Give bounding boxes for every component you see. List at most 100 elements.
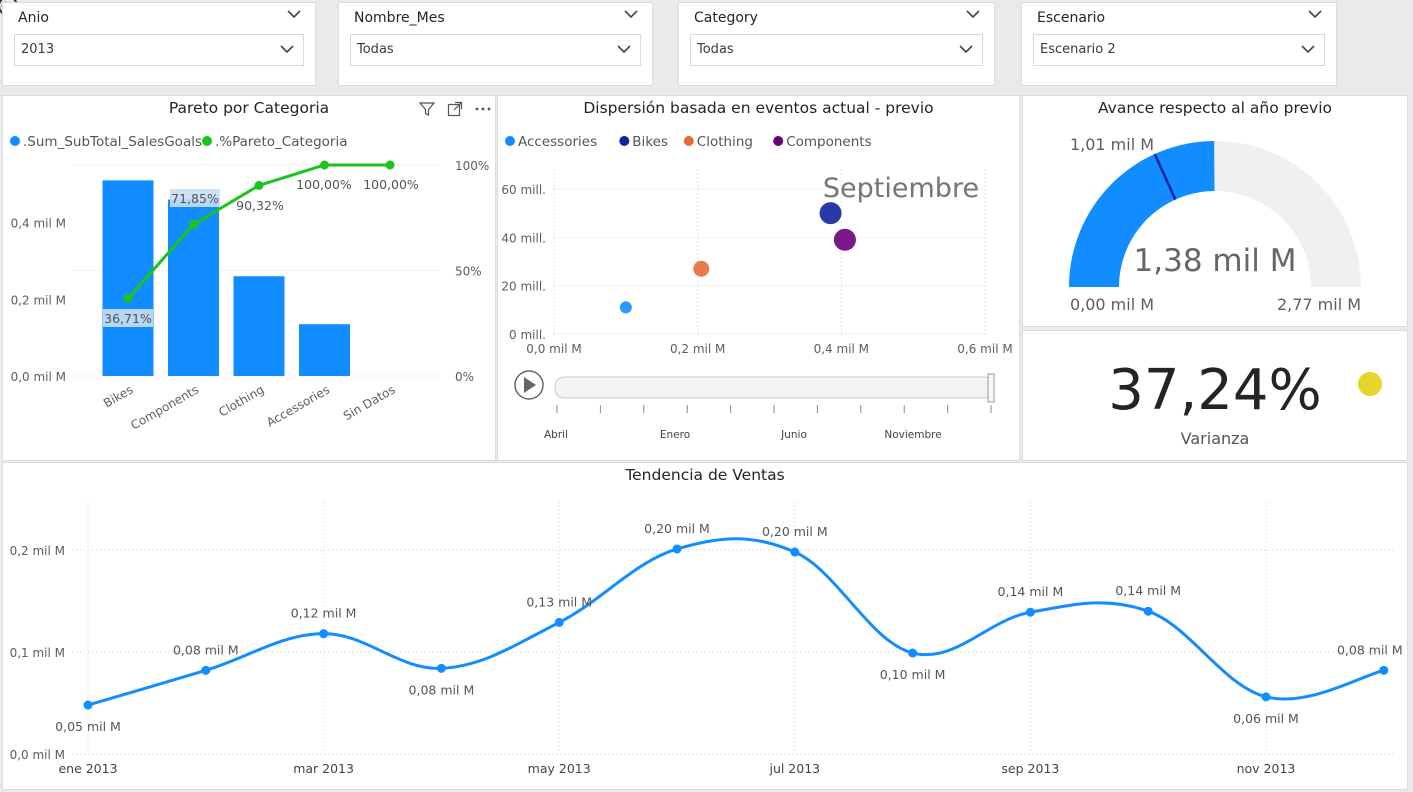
legend-label: .Sum_SubTotal_SalesGoals <box>23 134 202 150</box>
pareto-chart: .Sum_SubTotal_SalesGoals .%Pareto_Categor… <box>10 134 489 433</box>
line-point <box>908 648 918 658</box>
slicer-category: Category Todas <box>678 2 995 86</box>
chevron-down-icon[interactable] <box>286 8 302 20</box>
y-tick-label: 0,2 mil M <box>11 293 66 307</box>
slicer-selected-value: 2013 <box>21 42 55 57</box>
chevron-down-icon[interactable] <box>1300 43 1316 55</box>
gauge-target-label: 1,01 mil M <box>1070 135 1154 154</box>
scatter-point <box>833 228 856 251</box>
line-point <box>201 665 211 675</box>
varianza-card[interactable]: 37,24% Varianza <box>1022 330 1408 461</box>
y-tick-label: 60 mill. <box>501 183 546 197</box>
chevron-down-icon[interactable] <box>279 43 295 55</box>
line-point <box>672 544 682 554</box>
slicer-dropdown[interactable]: 2013 <box>14 34 304 66</box>
legend-label: Bikes <box>632 134 668 150</box>
x-tick-label: nov 2013 <box>1237 761 1296 776</box>
chevron-down-icon[interactable] <box>965 8 981 20</box>
legend-label: Clothing <box>697 134 753 150</box>
bar <box>299 324 350 376</box>
scatter-point <box>693 260 710 277</box>
trend-chart: 0,0 mil M 0,1 mil M 0,2 mil M ene 2013 mar 2… <box>10 502 1403 776</box>
data-label: 0,08 mil M <box>1337 642 1403 657</box>
play-axis-thumb[interactable] <box>987 373 995 403</box>
slicer-title: Category <box>694 10 758 26</box>
data-label: 100,00% <box>296 177 352 192</box>
y2-tick-label: 50% <box>455 265 482 279</box>
play-axis-label: Junio <box>780 429 807 441</box>
data-label: 0,08 mil M <box>409 682 475 697</box>
legend-marker <box>773 136 784 146</box>
x-tick-label: mar 2013 <box>293 761 354 776</box>
slicer-selected-value: Todas <box>357 42 394 57</box>
play-axis-track <box>554 376 994 399</box>
data-label: 0,05 mil M <box>55 719 121 734</box>
scatter-visual[interactable]: Dispersión basada en eventos actual - pr… <box>497 95 1020 461</box>
chevron-down-icon[interactable] <box>616 43 632 55</box>
x-tick-label: Sin Datos <box>341 382 398 423</box>
y-tick-label: 0 mill. <box>509 328 546 342</box>
line-point <box>1261 692 1271 702</box>
pareto-visual[interactable]: Pareto por Categoria .Sum_SubTotal_Sales… <box>2 95 496 461</box>
line-point <box>189 219 198 229</box>
data-label: 0,10 mil M <box>880 667 946 682</box>
bar <box>233 276 285 376</box>
y2-tick-label: 100% <box>455 159 489 173</box>
scatter-chart: Accessories Bikes Clothing Components 0 mill… <box>501 134 1012 441</box>
line-point <box>554 617 564 627</box>
data-label: 100,00% <box>363 177 419 192</box>
legend-label: Accessories <box>518 134 597 150</box>
legend-marker <box>683 136 694 146</box>
data-label: 0,20 mil M <box>762 524 828 539</box>
slicer-escenario: Escenario Escenario 2 <box>1021 2 1337 86</box>
trend-line <box>87 537 1385 707</box>
play-axis-label: Abril <box>544 429 568 441</box>
x-tick-label: Components <box>128 382 201 432</box>
chevron-down-icon[interactable] <box>1307 8 1323 20</box>
slicer-dropdown[interactable]: Todas <box>350 34 641 66</box>
slicer-selected-value: Todas <box>697 42 734 57</box>
y-tick-label: 0,0 mil M <box>11 370 66 384</box>
legend-marker <box>505 136 515 146</box>
slicer-selected-value: Escenario 2 <box>1040 42 1116 57</box>
slicer-anio: Anio 2013 <box>2 2 316 86</box>
y-tick-label: 20 mill. <box>501 280 546 294</box>
gauge-chart: 1,38 mil M 1,01 mil M 0,00 mil M 2,77 mil M <box>1069 135 1361 314</box>
data-label: 0,14 mil M <box>1115 583 1181 598</box>
data-label: 0,13 mil M <box>526 594 592 609</box>
x-tick-label: may 2013 <box>528 761 591 776</box>
data-label: 36,71% <box>104 311 152 326</box>
play-button[interactable] <box>514 370 544 400</box>
card-label: Varianza <box>1180 429 1250 448</box>
gauge-value-label: 1,38 mil M <box>1134 243 1297 279</box>
legend-label: Components <box>786 134 871 150</box>
trend-visual[interactable]: Tendencia de Ventas 0,0 mil M 0,1 mil M 0,… <box>2 462 1408 790</box>
line-point <box>123 294 133 304</box>
line-point <box>436 663 446 673</box>
slicer-dropdown[interactable]: Escenario 2 <box>1033 34 1325 66</box>
data-label: 0,14 mil M <box>998 584 1064 599</box>
chevron-down-icon[interactable] <box>623 8 639 20</box>
play-axis-label: Enero <box>660 429 690 441</box>
slicer-title: Escenario <box>1037 10 1106 26</box>
x-tick-label: ene 2013 <box>58 761 117 776</box>
line-point <box>1025 607 1035 617</box>
line-point <box>385 160 395 170</box>
line-point <box>790 547 800 557</box>
data-label: 0,12 mil M <box>291 606 357 621</box>
x-tick-label: 0,4 mil M <box>814 342 869 356</box>
legend-marker <box>202 136 212 146</box>
line-point <box>254 180 264 190</box>
legend-label: .%Pareto_Categoria <box>215 134 348 150</box>
y-tick-label: 0,4 mil M <box>11 217 66 231</box>
chevron-down-icon[interactable] <box>958 43 974 55</box>
x-tick-label: 0,6 mil M <box>957 342 1012 356</box>
y-tick-label: 40 mill. <box>501 231 546 245</box>
gauge-max-label: 2,77 mil M <box>1277 295 1361 314</box>
slicer-dropdown[interactable]: Todas <box>690 34 983 66</box>
line-point <box>1143 606 1153 616</box>
x-tick-label: sep 2013 <box>1001 761 1059 776</box>
gauge-visual[interactable]: Avance respecto al año previo 1,38 mil M… <box>1022 95 1408 327</box>
scatter-point <box>619 301 632 314</box>
data-label: 71,85% <box>171 191 219 206</box>
